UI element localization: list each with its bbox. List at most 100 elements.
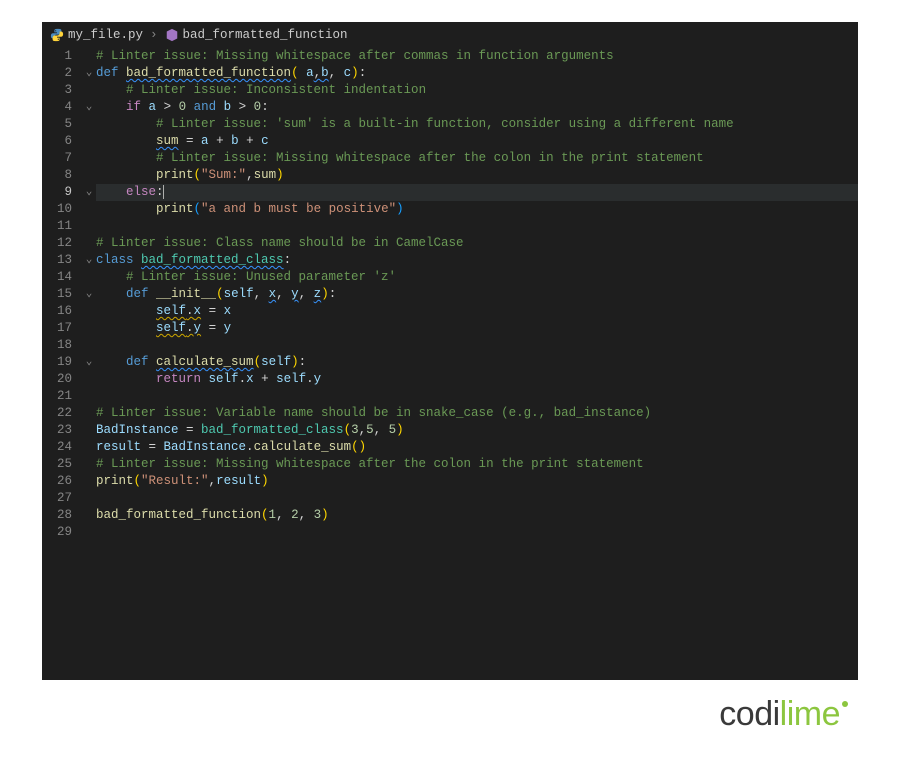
code-line[interactable]	[96, 388, 858, 405]
line-number: 9	[42, 184, 72, 201]
line-number: 10	[42, 201, 72, 218]
line-number: 8	[42, 167, 72, 184]
code-line[interactable]: # Linter issue: Missing whitespace after…	[96, 456, 858, 473]
line-number: 25	[42, 456, 72, 473]
line-number: 3	[42, 82, 72, 99]
line-number-gutter: 1234567891011121314151617181920212223242…	[42, 48, 82, 541]
fold-marker[interactable]: ⌄	[82, 99, 96, 116]
line-number: 22	[42, 405, 72, 422]
fold-marker	[82, 456, 96, 473]
fold-marker	[82, 524, 96, 541]
line-number: 6	[42, 133, 72, 150]
code-line[interactable]: if a > 0 and b > 0:	[96, 99, 858, 116]
fold-marker	[82, 337, 96, 354]
line-number: 21	[42, 388, 72, 405]
code-lines[interactable]: # Linter issue: Missing whitespace after…	[96, 48, 858, 541]
code-line[interactable]: return self.x + self.y	[96, 371, 858, 388]
code-line[interactable]: def __init__(self, x, y, z):	[96, 286, 858, 303]
code-line[interactable]	[96, 490, 858, 507]
code-line[interactable]: self.y = y	[96, 320, 858, 337]
code-line[interactable]: class bad_formatted_class:	[96, 252, 858, 269]
fold-marker[interactable]: ⌄	[82, 184, 96, 201]
fold-marker	[82, 235, 96, 252]
line-number: 26	[42, 473, 72, 490]
code-line[interactable]: # Linter issue: Unused parameter 'z'	[96, 269, 858, 286]
fold-marker	[82, 490, 96, 507]
line-number: 19	[42, 354, 72, 371]
fold-marker	[82, 201, 96, 218]
line-number: 1	[42, 48, 72, 65]
line-number: 14	[42, 269, 72, 286]
fold-marker	[82, 320, 96, 337]
fold-marker[interactable]: ⌄	[82, 354, 96, 371]
line-number: 24	[42, 439, 72, 456]
codilime-logo: codilime	[719, 695, 848, 734]
code-line[interactable]	[96, 337, 858, 354]
fold-marker	[82, 269, 96, 286]
code-line[interactable]: def bad_formatted_function( a,b, c):	[96, 65, 858, 82]
fold-marker[interactable]: ⌄	[82, 252, 96, 269]
fold-marker	[82, 371, 96, 388]
code-line[interactable]: print("Sum:",sum)	[96, 167, 858, 184]
logo-part1: codi	[719, 695, 779, 733]
breadcrumb-separator: ›	[150, 28, 158, 42]
line-number: 4	[42, 99, 72, 116]
code-line[interactable]: # Linter issue: Missing whitespace after…	[96, 48, 858, 65]
code-line[interactable]	[96, 524, 858, 541]
line-number: 15	[42, 286, 72, 303]
line-number: 5	[42, 116, 72, 133]
fold-marker	[82, 218, 96, 235]
fold-marker	[82, 422, 96, 439]
code-line[interactable]: # Linter issue: 'sum' is a built-in func…	[96, 116, 858, 133]
text-cursor	[163, 185, 164, 199]
line-number: 2	[42, 65, 72, 82]
python-file-icon	[50, 28, 64, 42]
fold-marker	[82, 473, 96, 490]
code-editor[interactable]: my_file.py › bad_formatted_function 1234…	[42, 22, 858, 680]
line-number: 23	[42, 422, 72, 439]
line-number: 20	[42, 371, 72, 388]
breadcrumb-symbol[interactable]: bad_formatted_function	[183, 28, 348, 42]
function-symbol-icon	[165, 28, 179, 42]
line-number: 12	[42, 235, 72, 252]
code-line[interactable]: # Linter issue: Class name should be in …	[96, 235, 858, 252]
code-line[interactable]: BadInstance = bad_formatted_class(3,5, 5…	[96, 422, 858, 439]
logo-dot-icon	[842, 701, 848, 707]
fold-marker	[82, 48, 96, 65]
line-number: 11	[42, 218, 72, 235]
code-line[interactable]: bad_formatted_function(1, 2, 3)	[96, 507, 858, 524]
code-line[interactable]	[96, 218, 858, 235]
fold-marker	[82, 82, 96, 99]
code-line[interactable]: else:	[96, 184, 858, 201]
fold-column[interactable]: ⌄ ⌄ ⌄ ⌄ ⌄ ⌄	[82, 48, 96, 541]
line-number: 28	[42, 507, 72, 524]
code-line[interactable]: print("a and b must be positive")	[96, 201, 858, 218]
fold-marker	[82, 405, 96, 422]
fold-marker	[82, 116, 96, 133]
code-line[interactable]: # Linter issue: Variable name should be …	[96, 405, 858, 422]
line-number: 17	[42, 320, 72, 337]
fold-marker	[82, 439, 96, 456]
fold-marker	[82, 388, 96, 405]
line-number: 7	[42, 150, 72, 167]
line-number: 13	[42, 252, 72, 269]
code-line[interactable]: # Linter issue: Missing whitespace after…	[96, 150, 858, 167]
line-number: 18	[42, 337, 72, 354]
code-line[interactable]: # Linter issue: Inconsistent indentation	[96, 82, 858, 99]
line-number: 27	[42, 490, 72, 507]
fold-marker[interactable]: ⌄	[82, 286, 96, 303]
fold-marker	[82, 507, 96, 524]
code-line[interactable]: self.x = x	[96, 303, 858, 320]
code-line[interactable]: def calculate_sum(self):	[96, 354, 858, 371]
code-line[interactable]: print("Result:",result)	[96, 473, 858, 490]
line-number: 16	[42, 303, 72, 320]
fold-marker	[82, 303, 96, 320]
breadcrumb-file[interactable]: my_file.py	[68, 28, 143, 42]
breadcrumb[interactable]: my_file.py › bad_formatted_function	[42, 22, 858, 48]
code-line[interactable]: result = BadInstance.calculate_sum()	[96, 439, 858, 456]
code-line[interactable]: sum = a + b + c	[96, 133, 858, 150]
fold-marker	[82, 150, 96, 167]
fold-marker[interactable]: ⌄	[82, 65, 96, 82]
code-area[interactable]: 1234567891011121314151617181920212223242…	[42, 48, 858, 541]
fold-marker	[82, 167, 96, 184]
